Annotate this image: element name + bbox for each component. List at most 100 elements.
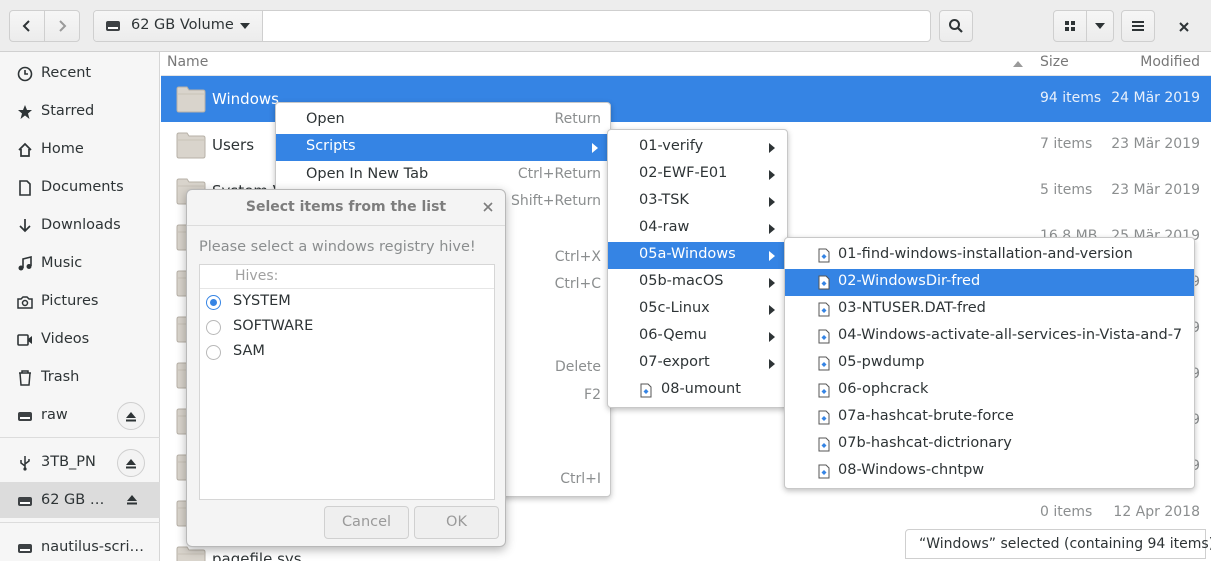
select-items-dialog: Select items from the list Please select… (186, 189, 506, 547)
chevron-down-icon (240, 23, 250, 29)
menu-item-scripts[interactable]: Scripts (276, 134, 610, 161)
download-icon (19, 219, 31, 233)
windows-menu-item[interactable]: 04-Windows-activate-all-services-in-Vist… (785, 323, 1194, 350)
menu-item-label: 02-WindowsDir-fred (838, 273, 981, 289)
ok-button[interactable]: OK (414, 506, 499, 539)
submenu-arrow-icon (769, 170, 775, 180)
windows-menu-item[interactable]: 08-Windows-chntpw (785, 458, 1194, 485)
option-label: SOFTWARE (233, 318, 314, 334)
window-close-button[interactable] (1171, 14, 1197, 40)
submenu-arrow-icon (769, 305, 775, 315)
location-label: 62 GB Volume (131, 17, 234, 33)
eject-button[interactable] (117, 449, 145, 477)
script-file-icon (818, 383, 830, 398)
radio-button[interactable] (206, 320, 221, 335)
list-item[interactable]: SYSTEM (200, 290, 494, 315)
status-bar: “Windows” selected (containing 94 items) (905, 529, 1211, 559)
scripts-menu-item[interactable]: 03-TSK (608, 188, 787, 215)
submenu-arrow-icon (769, 143, 775, 153)
search-button[interactable] (939, 10, 973, 42)
location-bar[interactable]: 62 GB Volume (93, 10, 931, 42)
scripts-menu-item[interactable]: 01-verify (608, 134, 787, 161)
sidebar-item-music[interactable]: Music (0, 245, 160, 281)
windows-menu-item[interactable]: 07a-hashcat-brute-force (785, 404, 1194, 431)
file-name: pagefile.sys (212, 550, 302, 561)
list-item[interactable]: SAM (200, 340, 494, 365)
list-item[interactable]: SOFTWARE (200, 315, 494, 340)
radio-button[interactable] (206, 345, 221, 360)
drive-icon (18, 544, 32, 553)
submenu-arrow-icon (592, 143, 598, 153)
menu-item-label: 05-pwdump (838, 354, 925, 370)
scripts-submenu: 01-verify 02-EWF-E01 03-TSK 04-raw 05a-Windo… (607, 129, 788, 408)
windows-menu-item[interactable]: 05-pwdump (785, 350, 1194, 377)
menu-item-label: Scripts (306, 138, 356, 154)
scripts-menu-item[interactable]: 08-umount (608, 377, 787, 404)
scripts-menu-item[interactable]: 05a-Windows (608, 242, 787, 269)
windows-menu-item[interactable]: 03-NTUSER.DAT-fred (785, 296, 1194, 323)
option-label: SYSTEM (233, 293, 291, 309)
forward-button[interactable] (44, 10, 80, 42)
star-icon (18, 105, 32, 119)
sidebar-item-starred[interactable]: Starred (0, 93, 160, 129)
menu-item-accel: F2 (584, 387, 601, 403)
sidebar: Recent Starred Home Documents Downloads … (0, 52, 160, 561)
column-modified[interactable]: Modified (1140, 54, 1200, 70)
close-icon (1179, 22, 1189, 32)
scripts-menu-item[interactable]: 06-Qemu (608, 323, 787, 350)
sidebar-item-videos[interactable]: Videos (0, 321, 160, 357)
sidebar-item-downloads[interactable]: Downloads (0, 207, 160, 243)
scripts-menu-item[interactable]: 07-export (608, 350, 787, 377)
menu-item-label: 06-ophcrack (838, 381, 929, 397)
menu-item-label: 08-umount (661, 381, 741, 397)
file-size: 5 items (1040, 182, 1093, 198)
windows-menu-item[interactable]: 07b-hashcat-dictrionary (785, 431, 1194, 458)
radio-button[interactable] (206, 295, 221, 310)
eject-button[interactable] (117, 402, 145, 430)
sidebar-item-recent[interactable]: Recent (0, 55, 160, 91)
sidebar-item-raw[interactable]: raw (0, 397, 160, 433)
sidebar-item-62gb-volume[interactable]: 62 GB V… (0, 482, 160, 518)
header-bar: 62 GB Volume (0, 0, 1211, 52)
scripts-menu-item[interactable]: 05b-macOS (608, 269, 787, 296)
sidebar-item-trash[interactable]: Trash (0, 359, 160, 395)
submenu-arrow-icon (769, 251, 775, 261)
menu-item-label: 01-find-windows-installation-and-version (838, 246, 1133, 262)
sidebar-item-home[interactable]: Home (0, 131, 160, 167)
back-button[interactable] (9, 10, 45, 42)
windows-menu-item[interactable]: 01-find-windows-installation-and-version (785, 242, 1194, 269)
file-modified: 12 Apr 2018 (1113, 504, 1200, 520)
file-size: 7 items (1040, 136, 1093, 152)
scripts-menu-item[interactable]: 02-EWF-E01 (608, 161, 787, 188)
view-mode-button[interactable] (1053, 10, 1087, 42)
menu-item-open-new-tab[interactable]: Open In New Tab Ctrl+Return (276, 162, 610, 189)
cancel-button[interactable]: Cancel (324, 506, 409, 539)
menu-button[interactable] (1121, 10, 1155, 42)
grid-view-icon (1065, 21, 1075, 31)
sidebar-item-label: nautilus-scri… (41, 539, 145, 555)
menu-item-label: 07b-hashcat-dictrionary (838, 435, 1012, 451)
sidebar-item-nautilus-scripts[interactable]: nautilus-scri… (0, 529, 160, 561)
location-button[interactable]: 62 GB Volume (94, 11, 263, 41)
sidebar-item-3tb-pn[interactable]: 3TB_PN (0, 444, 160, 480)
file-name: Windows (212, 90, 279, 108)
script-file-icon (818, 464, 830, 479)
eject-icon (126, 458, 136, 468)
close-icon[interactable] (481, 200, 495, 214)
sidebar-item-pictures[interactable]: Pictures (0, 283, 160, 319)
windows-menu-item[interactable]: 06-ophcrack (785, 377, 1194, 404)
windows-menu-item[interactable]: 02-WindowsDir-fred (785, 269, 1194, 296)
scripts-menu-item[interactable]: 04-raw (608, 215, 787, 242)
sidebar-item-label: Downloads (41, 217, 121, 233)
column-hives: Hives: (235, 268, 279, 284)
submenu-arrow-icon (769, 332, 775, 342)
list-header: Hives: (200, 265, 494, 289)
view-options-button[interactable] (1086, 10, 1114, 42)
eject-icon[interactable] (126, 494, 138, 505)
sidebar-item-documents[interactable]: Documents (0, 169, 160, 205)
sidebar-item-label: Trash (41, 369, 80, 385)
column-size[interactable]: Size (1040, 54, 1069, 70)
menu-item-open[interactable]: Open Return (276, 107, 610, 134)
scripts-menu-item[interactable]: 05c-Linux (608, 296, 787, 323)
column-name[interactable]: Name (167, 54, 208, 70)
